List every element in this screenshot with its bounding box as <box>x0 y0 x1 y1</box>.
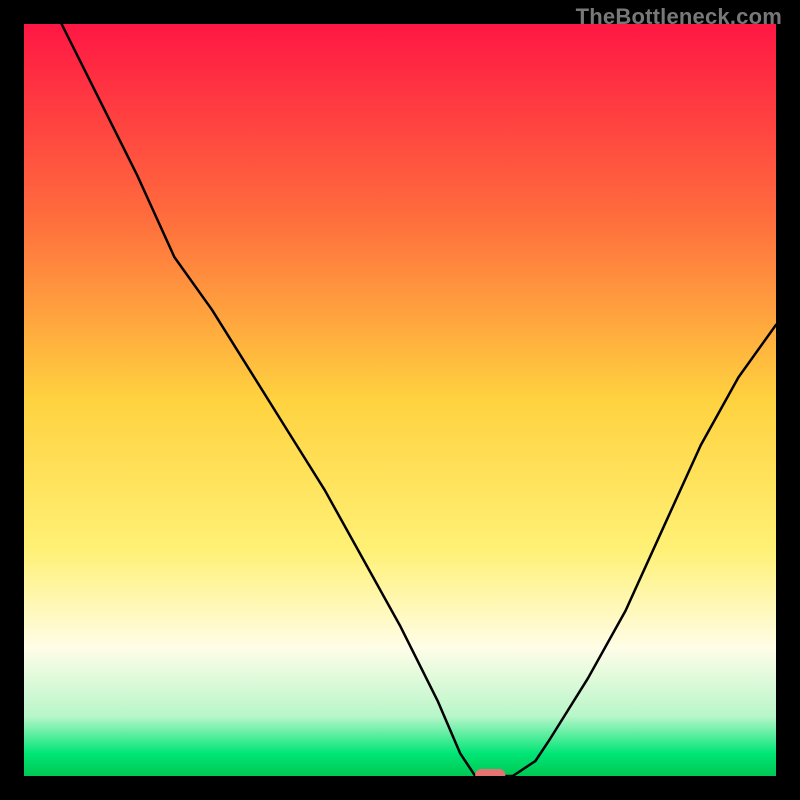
target-marker <box>475 769 505 776</box>
bottleneck-chart <box>24 24 776 776</box>
chart-frame: TheBottleneck.com <box>0 0 800 800</box>
chart-background <box>24 24 776 776</box>
